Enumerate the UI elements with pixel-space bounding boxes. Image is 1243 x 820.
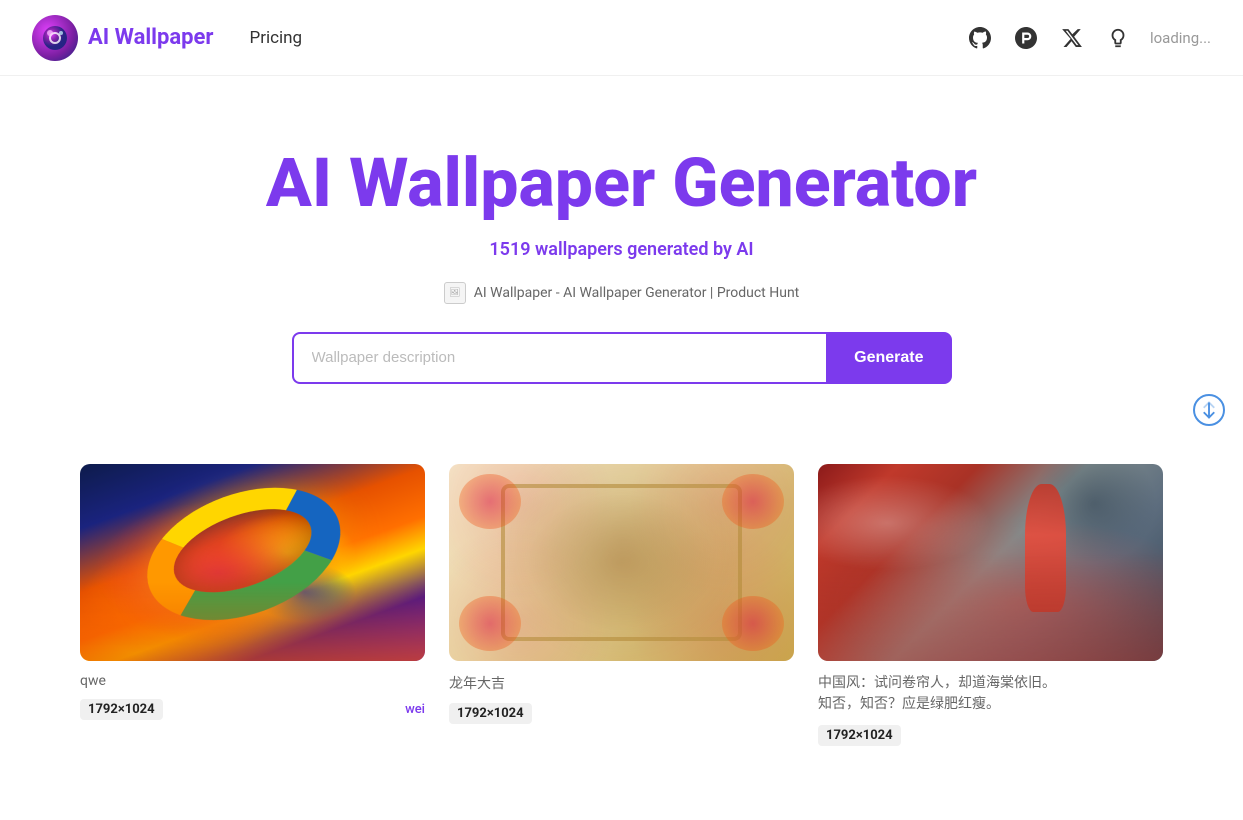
wp2-center [527, 493, 717, 631]
gallery-label-2: 中国风：试问卷帘人，却道海棠依旧。 知否，知否？应是绿肥红瘦。 [818, 661, 1163, 719]
gallery-meta-1: 1792×1024 [449, 697, 794, 724]
gallery-section: qwe 1792×1024 wei 龙年大吉 1792×1024 中国风：试问卷… [0, 434, 1243, 746]
search-row: Generate [292, 332, 952, 384]
x-twitter-icon[interactable] [1058, 24, 1086, 52]
product-hunt-badge: 🖼 AI Wallpaper - AI Wallpaper Generator … [20, 282, 1223, 304]
gallery-user-0: wei [405, 702, 425, 717]
loading-text: loading... [1150, 29, 1211, 47]
bulb-icon[interactable] [1104, 24, 1132, 52]
wp3-flowers [818, 553, 1163, 661]
gallery-size-1: 1792×1024 [449, 703, 532, 724]
gallery-item-0[interactable]: qwe 1792×1024 wei [80, 464, 425, 746]
wallpaper-count: 1519 [489, 239, 530, 260]
gallery-item-1[interactable]: 龙年大吉 1792×1024 [449, 464, 794, 746]
github-icon[interactable] [966, 24, 994, 52]
logo-link[interactable]: AI Wallpaper [32, 15, 213, 61]
hero-subtitle: 1519 wallpapers generated by AI [20, 239, 1223, 260]
logo-text: AI Wallpaper [88, 25, 213, 50]
gallery-meta-2: 1792×1024 [818, 719, 1163, 746]
ph-text: AI Wallpaper - AI Wallpaper Generator | … [474, 285, 800, 301]
pricing-link[interactable]: Pricing [249, 28, 302, 48]
gallery-size-2: 1792×1024 [818, 725, 901, 746]
hero-section: AI Wallpaper Generator 1519 wallpapers g… [0, 76, 1243, 434]
hero-subtitle-text: wallpapers generated by AI [531, 239, 754, 260]
logo-icon [32, 15, 78, 61]
gallery-thumb-0 [80, 464, 425, 661]
gallery-label-1: 龙年大吉 [449, 661, 794, 697]
hero-title: AI Wallpaper Generator [20, 146, 1223, 221]
wp1-cloud [80, 582, 425, 661]
producthunt-icon[interactable] [1012, 24, 1040, 52]
search-input[interactable] [292, 332, 827, 384]
gallery-item-2[interactable]: 中国风：试问卷帘人，却道海棠依旧。 知否，知否？应是绿肥红瘦。 1792×102… [818, 464, 1163, 746]
gallery-label-0: qwe [80, 661, 425, 693]
gallery-thumb-1 [449, 464, 794, 661]
nav-right: loading... [966, 24, 1211, 52]
navbar: AI Wallpaper Pricing loading... [0, 0, 1243, 76]
gallery-meta-0: 1792×1024 wei [80, 693, 425, 720]
scroll-icon[interactable] [1193, 394, 1225, 426]
gallery-size-0: 1792×1024 [80, 699, 163, 720]
generate-button[interactable]: Generate [826, 332, 951, 384]
gallery-thumb-2 [818, 464, 1163, 661]
ph-image: 🖼 [444, 282, 466, 304]
logo-svg [41, 24, 69, 52]
